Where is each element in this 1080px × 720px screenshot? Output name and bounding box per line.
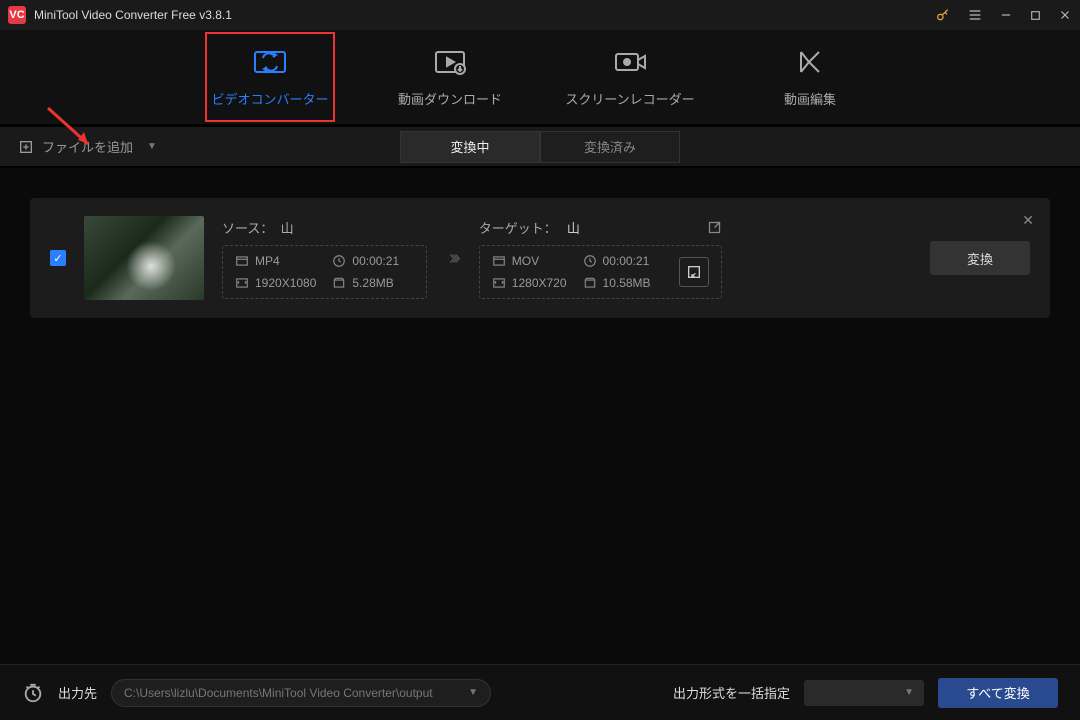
tab-label: スクリーンレコーダー [565,89,694,108]
subtab-converting[interactable]: 変換中 [400,131,540,163]
format-icon [235,254,249,268]
resolution-icon [235,276,249,290]
source-resolution: 1920X1080 [255,276,316,290]
tab-video-converter[interactable]: ビデオコンバーター [205,32,335,122]
target-settings-button[interactable] [679,257,709,287]
batch-format-label: 出力形式を一括指定 [673,683,790,702]
source-format: MP4 [255,254,280,268]
editor-icon [795,47,825,77]
add-file-button[interactable]: ファイルを追加 ▼ [0,137,175,156]
output-path-text: C:\Users\lizlu\Documents\MiniTool Video … [124,686,433,700]
app-title: MiniTool Video Converter Free v3.8.1 [34,8,935,22]
target-info: ターゲット： 山 MOV 00:00:21 1280X720 10.58MB [479,218,722,299]
chevron-down-icon: ▼ [468,687,478,698]
subtab-done[interactable]: 変換済み [540,131,680,163]
output-label: 出力先 [58,683,97,702]
main-tabs: ビデオコンバーター 動画ダウンロード スクリーンレコーダー 動画編集 [0,30,1080,126]
item-checkbox[interactable]: ✓ [50,250,66,266]
tab-screen-recorder[interactable]: スクリーンレコーダー [565,32,695,122]
tab-label: 動画編集 [784,89,836,108]
source-size: 5.28MB [352,276,393,290]
clock-icon [583,254,597,268]
size-icon [583,276,597,290]
app-logo: VC [8,6,26,24]
expand-icon [686,264,702,280]
video-thumbnail[interactable] [84,216,204,300]
file-item: ✓ ソース： 山 MP4 00:00:21 1920X1080 5.28MB ›… [30,198,1050,318]
tab-label: ビデオコンバーター [211,89,328,108]
recorder-icon [613,47,647,77]
close-icon[interactable] [1058,8,1072,22]
titlebar: VC MiniTool Video Converter Free v3.8.1 [0,0,1080,30]
target-label: ターゲット： [479,218,557,237]
menu-icon[interactable] [967,7,983,23]
edit-target-icon[interactable] [707,220,722,235]
resolution-icon [492,276,506,290]
size-icon [332,276,346,290]
chevron-down-icon: ▼ [147,141,157,152]
tab-video-download[interactable]: 動画ダウンロード [385,32,515,122]
target-name: 山 [567,218,580,237]
convert-button[interactable]: 変換 [930,241,1030,275]
output-path-select[interactable]: C:\Users\lizlu\Documents\MiniTool Video … [111,679,491,707]
arrow-chevrons-icon: ››› [445,247,461,270]
source-info: ソース： 山 MP4 00:00:21 1920X1080 5.28MB [222,218,427,299]
minimize-icon[interactable] [999,8,1013,22]
bottombar: 出力先 C:\Users\lizlu\Documents\MiniTool Vi… [0,664,1080,720]
remove-item-button[interactable]: ✕ [1022,212,1034,229]
chevron-down-icon: ▼ [904,687,914,698]
source-duration: 00:00:21 [352,254,399,268]
target-duration: 00:00:21 [603,254,650,268]
key-icon[interactable] [935,7,951,23]
subbar: ファイルを追加 ▼ 変換中 変換済み [0,126,1080,168]
file-list: ✓ ソース： 山 MP4 00:00:21 1920X1080 5.28MB ›… [0,168,1080,348]
target-format: MOV [512,254,539,268]
convert-all-button[interactable]: すべて変換 [938,678,1058,708]
batch-format-select[interactable]: ▼ [804,680,924,706]
maximize-icon[interactable] [1029,9,1042,22]
add-file-label: ファイルを追加 [42,137,133,156]
add-file-icon [18,139,34,155]
source-label: ソース： [222,221,273,236]
tab-video-editor[interactable]: 動画編集 [745,32,875,122]
clock-icon [332,254,346,268]
converter-icon [253,47,287,77]
download-icon [433,47,467,77]
schedule-icon[interactable] [22,682,44,704]
source-name: 山 [281,221,294,236]
format-icon [492,254,506,268]
target-size: 10.58MB [603,276,651,290]
tab-label: 動画ダウンロード [398,89,502,108]
target-resolution: 1280X720 [512,276,567,290]
